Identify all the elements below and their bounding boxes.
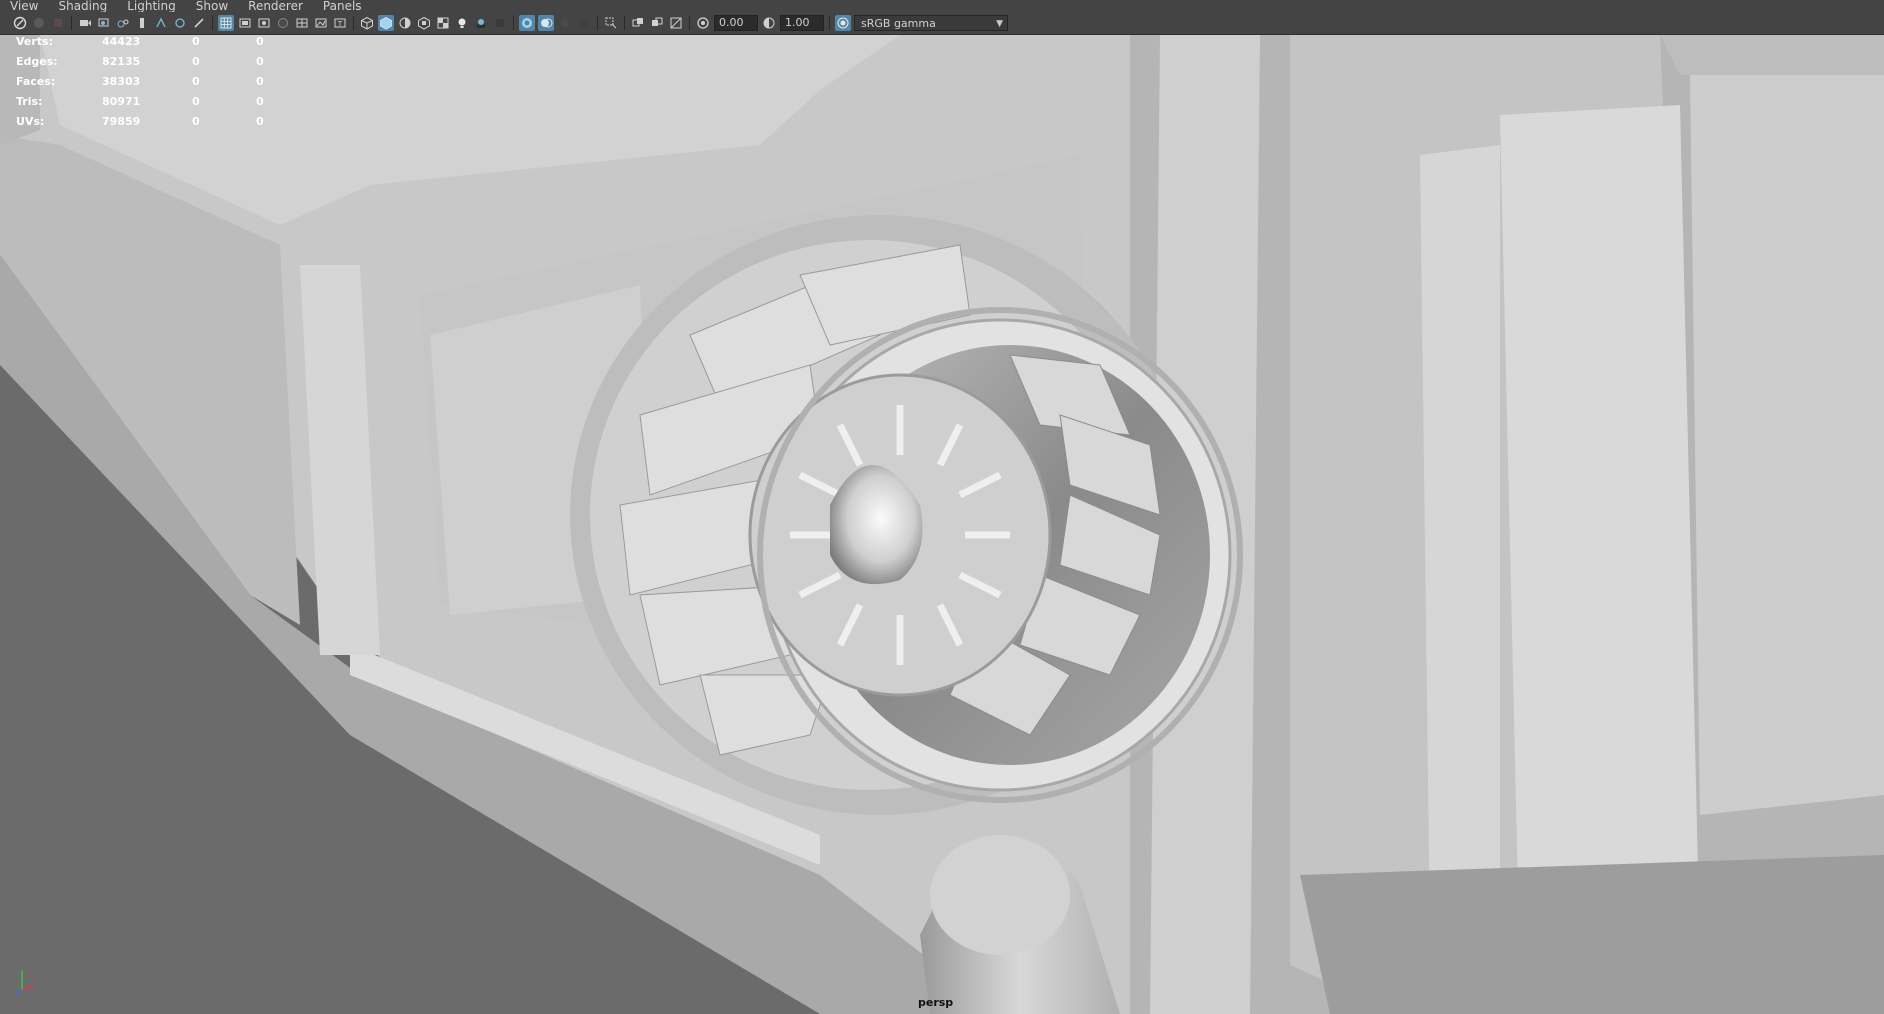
wireframe-icon[interactable] (359, 15, 375, 31)
use-all-lights-icon[interactable] (454, 15, 470, 31)
gamma-field[interactable]: 1.00 (780, 15, 824, 31)
exposure-icon[interactable] (695, 15, 711, 31)
grid-icon[interactable] (218, 15, 234, 31)
component-select-icon[interactable] (603, 15, 619, 31)
hud-value-object: 80971 (102, 95, 141, 108)
backface-culling-icon[interactable] (576, 15, 592, 31)
toolbar-separator (353, 16, 354, 30)
menu-lighting[interactable]: Lighting (117, 0, 186, 12)
default-material-icon[interactable] (397, 15, 413, 31)
hud-row-verts: Verts: 44423 0 0 (16, 35, 276, 55)
hud-value-selected: 0 (192, 75, 200, 88)
menu-panels[interactable]: Panels (313, 0, 372, 12)
textured-icon[interactable] (416, 15, 432, 31)
gate-mask-icon[interactable] (275, 15, 291, 31)
hud-value-selected: 0 (192, 95, 200, 108)
viewport-toolbar: T 0.00 1.00 sRGB gamma ▼ (0, 12, 1884, 35)
move-manipulator-icon[interactable] (172, 15, 188, 31)
resolution-gate-icon[interactable] (256, 15, 272, 31)
bookmark-flag-icon[interactable] (134, 15, 150, 31)
toolbar-separator (71, 16, 72, 30)
hud-value-object: 38303 (102, 75, 141, 88)
panel-tools-strip: T 0.00 1.00 sRGB gamma ▼ (12, 14, 1012, 32)
toolbar-separator (597, 16, 598, 30)
field-chart-icon[interactable] (294, 15, 310, 31)
camera-name-label: persp (918, 996, 954, 1009)
paint-brush-icon[interactable] (191, 15, 207, 31)
right-panel-top (1660, 35, 1884, 75)
poly-count-hud: Verts: 44423 0 0 Edges: 82135 0 0 Faces:… (16, 35, 276, 135)
hud-value-selected: 0 (192, 55, 200, 68)
hud-label: Edges: (16, 55, 58, 68)
right-panel-3 (1690, 65, 1884, 815)
film-gate-icon[interactable] (237, 15, 253, 31)
toolbar-separator (689, 16, 690, 30)
color-management-icon[interactable] (835, 15, 851, 31)
checker-icon[interactable] (435, 15, 451, 31)
bookmark-icon[interactable] (50, 15, 66, 31)
menu-renderer[interactable]: Renderer (238, 0, 313, 12)
safe-title-icon[interactable]: T (332, 15, 348, 31)
toolbar-separator (624, 16, 625, 30)
chevron-down-icon: ▼ (996, 19, 1003, 29)
select-camera-icon[interactable] (12, 15, 28, 31)
right-panel-2 (1500, 105, 1700, 975)
gamma-icon[interactable] (761, 15, 777, 31)
xray-joints-icon[interactable] (557, 15, 573, 31)
persp-viewport[interactable]: Verts: 44423 0 0 Edges: 82135 0 0 Faces:… (0, 35, 1884, 1014)
pipe-cap (930, 835, 1070, 955)
toolbar-separator (829, 16, 830, 30)
image-plane-icon[interactable] (77, 15, 93, 31)
menu-view[interactable]: View (0, 0, 48, 12)
two-d-pan-zoom-icon[interactable] (96, 15, 112, 31)
hud-row-tris: Tris: 80971 0 0 (16, 95, 276, 115)
hud-value-object: 44423 (102, 35, 141, 48)
color-space-dropdown[interactable]: sRGB gamma ▼ (854, 15, 1008, 31)
hud-value-selected: 0 (192, 115, 200, 128)
svg-text:T: T (337, 20, 343, 28)
hud-label: Faces: (16, 75, 56, 88)
hud-label: Tris: (16, 95, 43, 108)
screen-space-ao-icon[interactable] (492, 15, 508, 31)
hud-value-tweaks: 0 (256, 115, 264, 128)
menu-shading[interactable]: Shading (48, 0, 117, 12)
hud-value-tweaks: 0 (256, 75, 264, 88)
hud-row-uvs: UVs: 79859 0 0 (16, 115, 276, 135)
safe-action-icon[interactable] (313, 15, 329, 31)
shadows-icon[interactable] (473, 15, 489, 31)
motion-blur-icon[interactable] (649, 15, 665, 31)
hud-value-tweaks: 0 (256, 95, 264, 108)
hud-value-tweaks: 0 (256, 35, 264, 48)
toolbar-separator (212, 16, 213, 30)
hud-value-object: 82135 (102, 55, 141, 68)
snap-view-icon[interactable] (153, 15, 169, 31)
depth-of-field-icon[interactable] (668, 15, 684, 31)
hud-value-selected: 0 (192, 35, 200, 48)
xray-icon[interactable] (538, 15, 554, 31)
hud-label: UVs: (16, 115, 45, 128)
color-space-label: sRGB gamma (861, 17, 936, 30)
toolbar-separator (513, 16, 514, 30)
menu-show[interactable]: Show (186, 0, 238, 12)
right-base (1300, 855, 1884, 1014)
hud-value-tweaks: 0 (256, 55, 264, 68)
grease-pencil-icon[interactable] (115, 15, 131, 31)
right-panel-1 (1420, 145, 1500, 935)
hud-row-faces: Faces: 38303 0 0 (16, 75, 276, 95)
hud-label: Verts: (16, 35, 54, 48)
exposure-field[interactable]: 0.00 (714, 15, 758, 31)
scene-render (0, 35, 1884, 1014)
smooth-shade-icon[interactable] (378, 15, 394, 31)
isolate-select-icon[interactable] (519, 15, 535, 31)
multisample-aa-icon[interactable] (630, 15, 646, 31)
hud-row-edges: Edges: 82135 0 0 (16, 55, 276, 75)
hud-value-object: 79859 (102, 115, 141, 128)
camera-attributes-icon[interactable] (31, 15, 47, 31)
axis-gizmo-icon (15, 970, 35, 995)
viewport-menubar: View Shading Lighting Show Renderer Pane… (0, 0, 1884, 12)
